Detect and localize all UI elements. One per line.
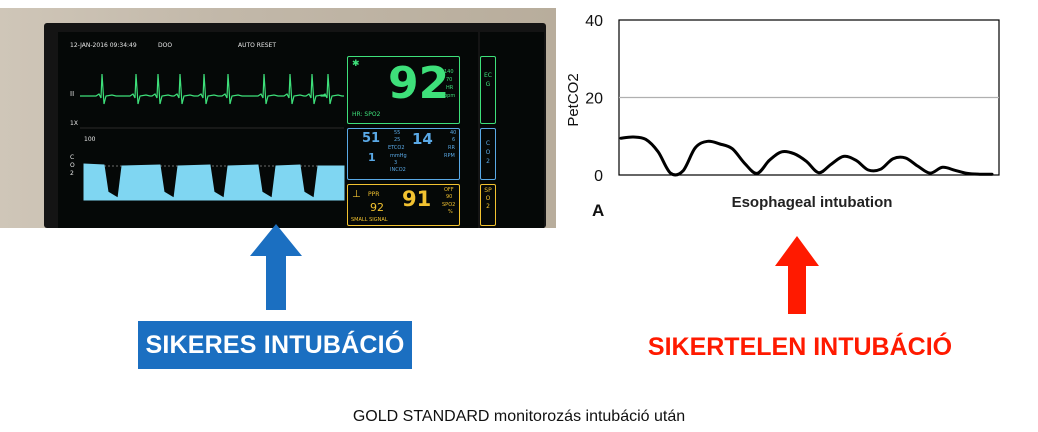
- ppr-label: PPR: [368, 191, 380, 198]
- spo2-tab-label: SPO2: [484, 187, 492, 210]
- etco2-lo: 25: [394, 137, 401, 143]
- monitor-side-tabs: ECG CO2 SPO2: [480, 32, 544, 228]
- hr-upper: 140: [444, 69, 454, 75]
- etco2-value: 51: [362, 131, 381, 146]
- spo2-unit-label: SPO2: [442, 202, 456, 208]
- success-label: SIKERES INTUBÁCIÓ: [138, 321, 412, 369]
- spo2-limit: 90: [446, 194, 453, 200]
- co2-tab: CO2: [480, 128, 496, 180]
- rr-lo: 6: [452, 137, 456, 143]
- panel-label: A: [592, 201, 604, 220]
- failure-label: SIKERTELEN INTUBÁCIÓ: [647, 332, 953, 361]
- alarm-icon: ✱: [352, 59, 360, 69]
- rr-hi: 40: [450, 130, 457, 136]
- pleth-bar-icon: ⊥: [352, 189, 361, 200]
- series-line: [619, 135, 994, 177]
- y-axis-label: PetCO2: [565, 73, 582, 126]
- y-tick-label: 20: [585, 91, 603, 108]
- red-up-arrow-icon: [775, 236, 819, 314]
- hr-lower: 70: [446, 77, 453, 83]
- monitor-screen: 12-JAN-2016 09:34:49 DOO AUTO RESET II 1…: [58, 32, 478, 228]
- capnography-chart: 0 20 40 PetCO2 A Esophageal intubation: [560, 0, 1030, 230]
- chart-svg: 0 20 40 PetCO2 A Esophageal intubation: [565, 13, 1000, 220]
- rr-value: 14: [412, 130, 433, 148]
- spo2-off: OFF: [444, 187, 454, 193]
- rr-label: RR: [448, 145, 455, 151]
- hr-unit-hr: HR: [446, 85, 454, 91]
- slide-caption: GOLD STANDARD monitorozás intubáció után: [352, 408, 686, 425]
- y-ticks: 0 20 40: [585, 13, 603, 185]
- spo2-panel: ⊥ PPR 92 91 OFF 90 SPO2 % SMALL SIGNAL: [347, 184, 460, 226]
- hr-value: 92: [388, 58, 450, 109]
- ecg-waveform: [80, 73, 344, 105]
- inco2-num: 3: [394, 160, 398, 166]
- etco2-label: ETCO2: [388, 145, 405, 151]
- hr-unit-bpm: bpm: [444, 93, 456, 99]
- spo2-value: 91: [402, 187, 432, 211]
- co2-tab-label: CO2: [485, 140, 491, 165]
- hr-source: HR: SPO2: [352, 111, 381, 118]
- ecg-tab-label: ECG: [484, 72, 492, 88]
- inco2-label: INCO2: [390, 167, 406, 173]
- inco2-value: 1: [368, 151, 376, 164]
- chart-title: Esophageal intubation: [732, 194, 893, 211]
- blue-up-arrow-icon: [250, 224, 302, 310]
- rpm-label: RPM: [444, 153, 455, 159]
- mmhg-label: mmHg: [390, 153, 407, 159]
- monitor-photo: 12-JAN-2016 09:34:49 DOO AUTO RESET II 1…: [0, 8, 556, 228]
- ecg-panel: ✱ 92 HR: SPO2 140 70 HR bpm: [347, 56, 460, 124]
- ppr-value: 92: [370, 201, 384, 214]
- ecg-tab: ECG: [480, 56, 496, 124]
- co2-waveform: [83, 163, 345, 201]
- co2-panel: 51 55 25 ETCO2 1 mmHg 3 INCO2 14 40 6 RR…: [347, 128, 460, 180]
- small-signal: SMALL SIGNAL: [351, 217, 388, 223]
- etco2-hi: 55: [394, 130, 401, 136]
- y-tick-label: 0: [594, 168, 603, 185]
- spo2-tab: SPO2: [480, 184, 496, 226]
- y-tick-label: 40: [585, 13, 603, 30]
- spo2-pct: %: [448, 209, 453, 215]
